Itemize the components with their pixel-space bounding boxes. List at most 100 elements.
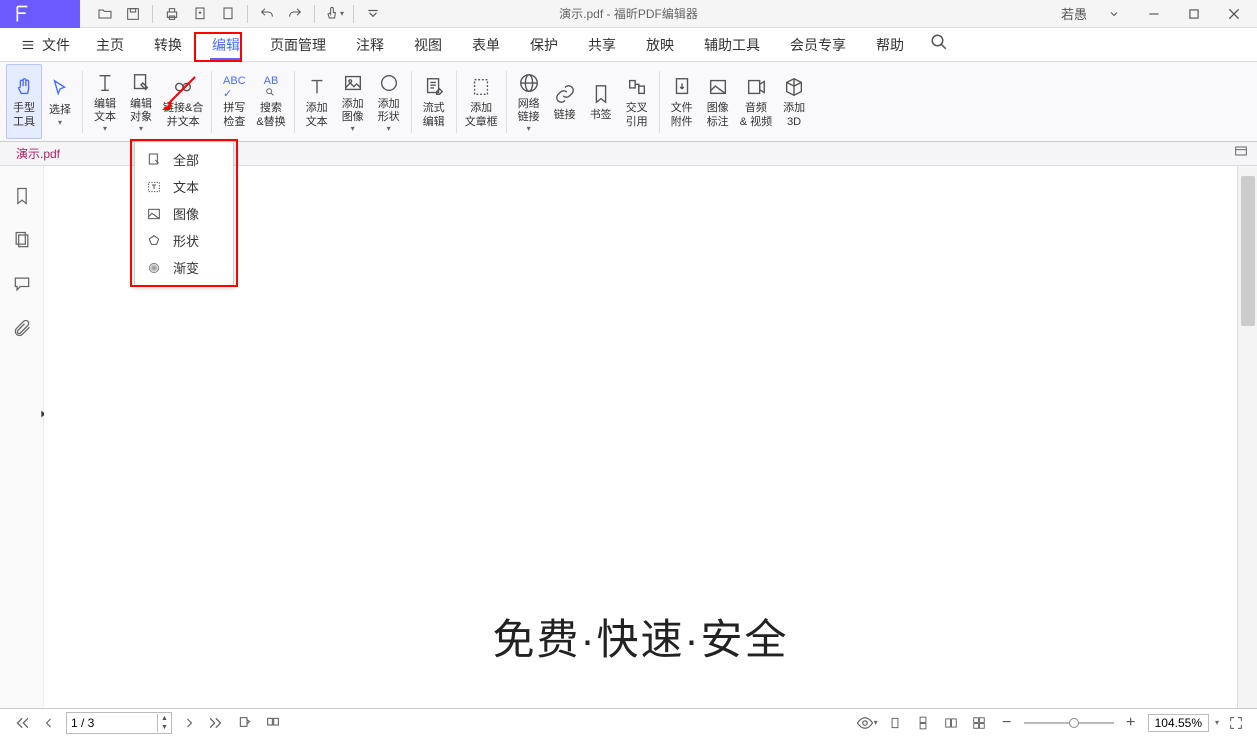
- open-icon[interactable]: [94, 3, 116, 25]
- page-input[interactable]: [67, 713, 157, 733]
- add-image-button[interactable]: 添加 图像 ▾: [335, 64, 371, 139]
- dropdown-item-gradient[interactable]: 渐变: [135, 254, 233, 281]
- search-icon[interactable]: [930, 33, 948, 56]
- create-pdf-icon[interactable]: [189, 3, 211, 25]
- maximize-icon[interactable]: [1181, 1, 1207, 27]
- cross-ref-label: 交叉 引用: [626, 102, 648, 128]
- tab-protect[interactable]: 保护: [516, 31, 572, 59]
- fullscreen-icon[interactable]: [1225, 712, 1247, 734]
- eye-icon[interactable]: ▾: [856, 712, 878, 734]
- redo-icon[interactable]: [284, 3, 306, 25]
- attachments-panel-icon[interactable]: [10, 316, 34, 340]
- image-icon: [145, 205, 163, 223]
- page-up-icon[interactable]: ▲: [158, 714, 171, 723]
- hand-tool-button[interactable]: 手型 工具: [6, 64, 42, 139]
- facing-icon[interactable]: [940, 712, 962, 734]
- text-icon: [145, 178, 163, 196]
- dropdown-item-all[interactable]: 全部: [135, 146, 233, 173]
- scrollbar-thumb[interactable]: [1241, 176, 1255, 326]
- select-icon: [47, 76, 73, 102]
- bookmarks-panel-icon[interactable]: [10, 184, 34, 208]
- zoom-slider[interactable]: [1024, 722, 1114, 724]
- tab-present[interactable]: 放映: [632, 31, 688, 59]
- page-layout-icon[interactable]: [234, 712, 256, 734]
- file-attach-button[interactable]: 文件 附件: [664, 64, 700, 139]
- print-icon[interactable]: [161, 3, 183, 25]
- dropdown-item-text[interactable]: 文本: [135, 173, 233, 200]
- tab-edit[interactable]: 编辑: [198, 31, 254, 59]
- flow-edit-button[interactable]: 流式 编辑: [416, 64, 452, 139]
- tab-home[interactable]: 主页: [82, 31, 138, 59]
- attach-icon: [669, 74, 695, 100]
- tab-form[interactable]: 表单: [458, 31, 514, 59]
- tab-page-manage[interactable]: 页面管理: [256, 31, 340, 59]
- continuous-facing-icon[interactable]: [968, 712, 990, 734]
- 3d-label: 添加 3D: [783, 102, 805, 128]
- prev-page-icon[interactable]: [38, 712, 60, 734]
- page-down-icon[interactable]: ▼: [158, 723, 171, 732]
- add-3d-button[interactable]: 添加 3D: [776, 64, 812, 139]
- spell-button[interactable]: ABC✓ 拼写 检查: [216, 64, 252, 139]
- edit-text-label: 编辑 文本: [94, 98, 116, 124]
- add-shape-button[interactable]: 添加 形状 ▾: [371, 64, 407, 139]
- image-anno-button[interactable]: 图像 标注: [700, 64, 736, 139]
- tab-accessibility[interactable]: 辅助工具: [690, 31, 774, 59]
- pages-panel-icon[interactable]: [10, 228, 34, 252]
- audio-video-button[interactable]: 音频 & 视频: [736, 64, 776, 139]
- multi-page-icon[interactable]: [262, 712, 284, 734]
- zoom-in-icon[interactable]: +: [1120, 712, 1142, 734]
- minimize-icon[interactable]: [1141, 1, 1167, 27]
- vertical-scrollbar[interactable]: [1237, 166, 1257, 708]
- last-page-icon[interactable]: [206, 712, 228, 734]
- chevron-down-icon[interactable]: [1101, 1, 1127, 27]
- edit-object-icon: [128, 70, 154, 96]
- tab-help[interactable]: 帮助: [862, 31, 918, 59]
- expand-panel-icon[interactable]: [1233, 143, 1249, 164]
- save-icon[interactable]: [122, 3, 144, 25]
- page-number-control[interactable]: ▲▼: [66, 712, 172, 734]
- link-label: 链接: [554, 109, 576, 122]
- tab-view[interactable]: 视图: [400, 31, 456, 59]
- cross-ref-button[interactable]: 交叉 引用: [619, 64, 655, 139]
- dropdown-item-shape[interactable]: 形状: [135, 227, 233, 254]
- first-page-icon[interactable]: [10, 712, 32, 734]
- next-page-icon[interactable]: [178, 712, 200, 734]
- hand-label: 手型 工具: [13, 102, 35, 128]
- web-link-label: 网络 链接: [518, 98, 540, 124]
- dropdown-item-image[interactable]: 图像: [135, 200, 233, 227]
- zoom-out-icon[interactable]: −: [996, 712, 1018, 734]
- edit-object-label: 编辑 对象: [130, 98, 152, 124]
- close-icon[interactable]: [1221, 1, 1247, 27]
- document-tab[interactable]: 演示.pdf: [8, 143, 68, 164]
- bookmark-button[interactable]: 书签: [583, 64, 619, 139]
- web-link-button[interactable]: 网络 链接 ▾: [511, 64, 547, 139]
- edit-text-button[interactable]: 编辑 文本 ▾: [87, 64, 123, 139]
- comments-panel-icon[interactable]: [10, 272, 34, 296]
- add-text-button[interactable]: 添加 文本: [299, 64, 335, 139]
- gradient-icon: [145, 259, 163, 277]
- select-button[interactable]: 选择 ▾: [42, 64, 78, 139]
- undo-icon[interactable]: [256, 3, 278, 25]
- customize-qat-icon[interactable]: [362, 3, 384, 25]
- link-button[interactable]: 链接: [547, 64, 583, 139]
- zoom-dropdown-icon[interactable]: ▾: [1215, 718, 1219, 727]
- add-article-button[interactable]: 添加 文章框: [461, 64, 502, 139]
- search-replace-button[interactable]: AB 搜索 &替换: [252, 64, 289, 139]
- tab-share[interactable]: 共享: [574, 31, 630, 59]
- slider-thumb[interactable]: [1069, 718, 1079, 728]
- tab-annotate[interactable]: 注释: [342, 31, 398, 59]
- link-merge-button[interactable]: 链接&合 并文本: [159, 64, 207, 139]
- separator: [247, 5, 248, 23]
- touch-icon[interactable]: ▾: [323, 3, 345, 25]
- file-tab[interactable]: 文件: [10, 35, 80, 55]
- edit-object-button[interactable]: 编辑 对象 ▾: [123, 64, 159, 139]
- tab-member[interactable]: 会员专享: [776, 31, 860, 59]
- page-icon[interactable]: [217, 3, 239, 25]
- tab-convert[interactable]: 转换: [140, 31, 196, 59]
- article-label: 添加 文章框: [465, 102, 498, 128]
- single-page-icon[interactable]: [884, 712, 906, 734]
- continuous-icon[interactable]: [912, 712, 934, 734]
- zoom-value[interactable]: 104.55%: [1148, 714, 1209, 732]
- separator: [659, 71, 660, 133]
- user-name[interactable]: 若愚: [1061, 4, 1087, 23]
